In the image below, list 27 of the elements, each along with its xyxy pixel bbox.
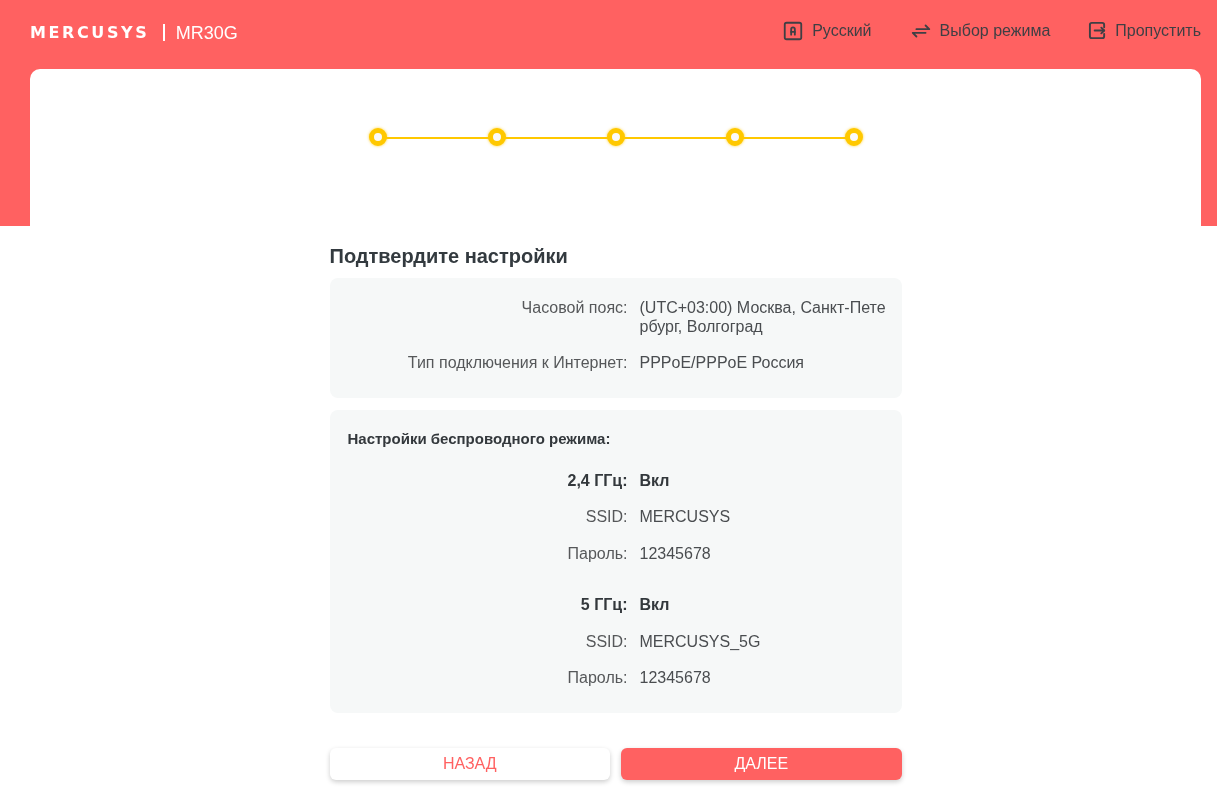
language-link[interactable]: Русский xyxy=(782,19,872,42)
model-name: MR30G xyxy=(175,23,238,42)
field-value: MERCUSYS_5G xyxy=(639,632,762,651)
next-button[interactable]: ДАЛЕЕ xyxy=(621,747,902,780)
field-value: PPPoE/PPPoE Россия xyxy=(639,354,806,373)
band-label: 2,4 ГГц: xyxy=(566,471,628,490)
field-label: Часовой пояс: xyxy=(520,299,628,318)
field-value: (UTC+03:00) Москва, Санкт-Петербург, Волгоград xyxy=(639,299,887,336)
field-value: 12345678 xyxy=(639,544,712,563)
field-label: Тип подключения к Интернет: xyxy=(406,354,628,373)
field-label: Пароль: xyxy=(566,544,628,563)
field-label: Пароль: xyxy=(566,669,628,688)
field-label: SSID: xyxy=(584,508,628,527)
field-value: 12345678 xyxy=(639,669,712,688)
page-title: Подтвердите настройки xyxy=(329,244,569,268)
band-label: 5 ГГц: xyxy=(579,596,628,615)
mode-link[interactable]: Выбор режима xyxy=(909,19,1051,42)
back-button[interactable]: НАЗАД xyxy=(329,747,610,780)
band-status: Вкл xyxy=(639,471,671,490)
brand-logo: MERCUSYS xyxy=(30,24,150,41)
field-label: SSID: xyxy=(584,632,628,651)
section-heading: Настройки беспроводного режима: xyxy=(346,429,612,448)
arrow-box-icon xyxy=(1088,21,1108,40)
skip-link[interactable]: Пропустить xyxy=(1088,20,1201,41)
field-value: MERCUSYS xyxy=(639,508,732,527)
band-status: Вкл xyxy=(639,596,671,615)
letter-a-icon xyxy=(782,19,805,42)
